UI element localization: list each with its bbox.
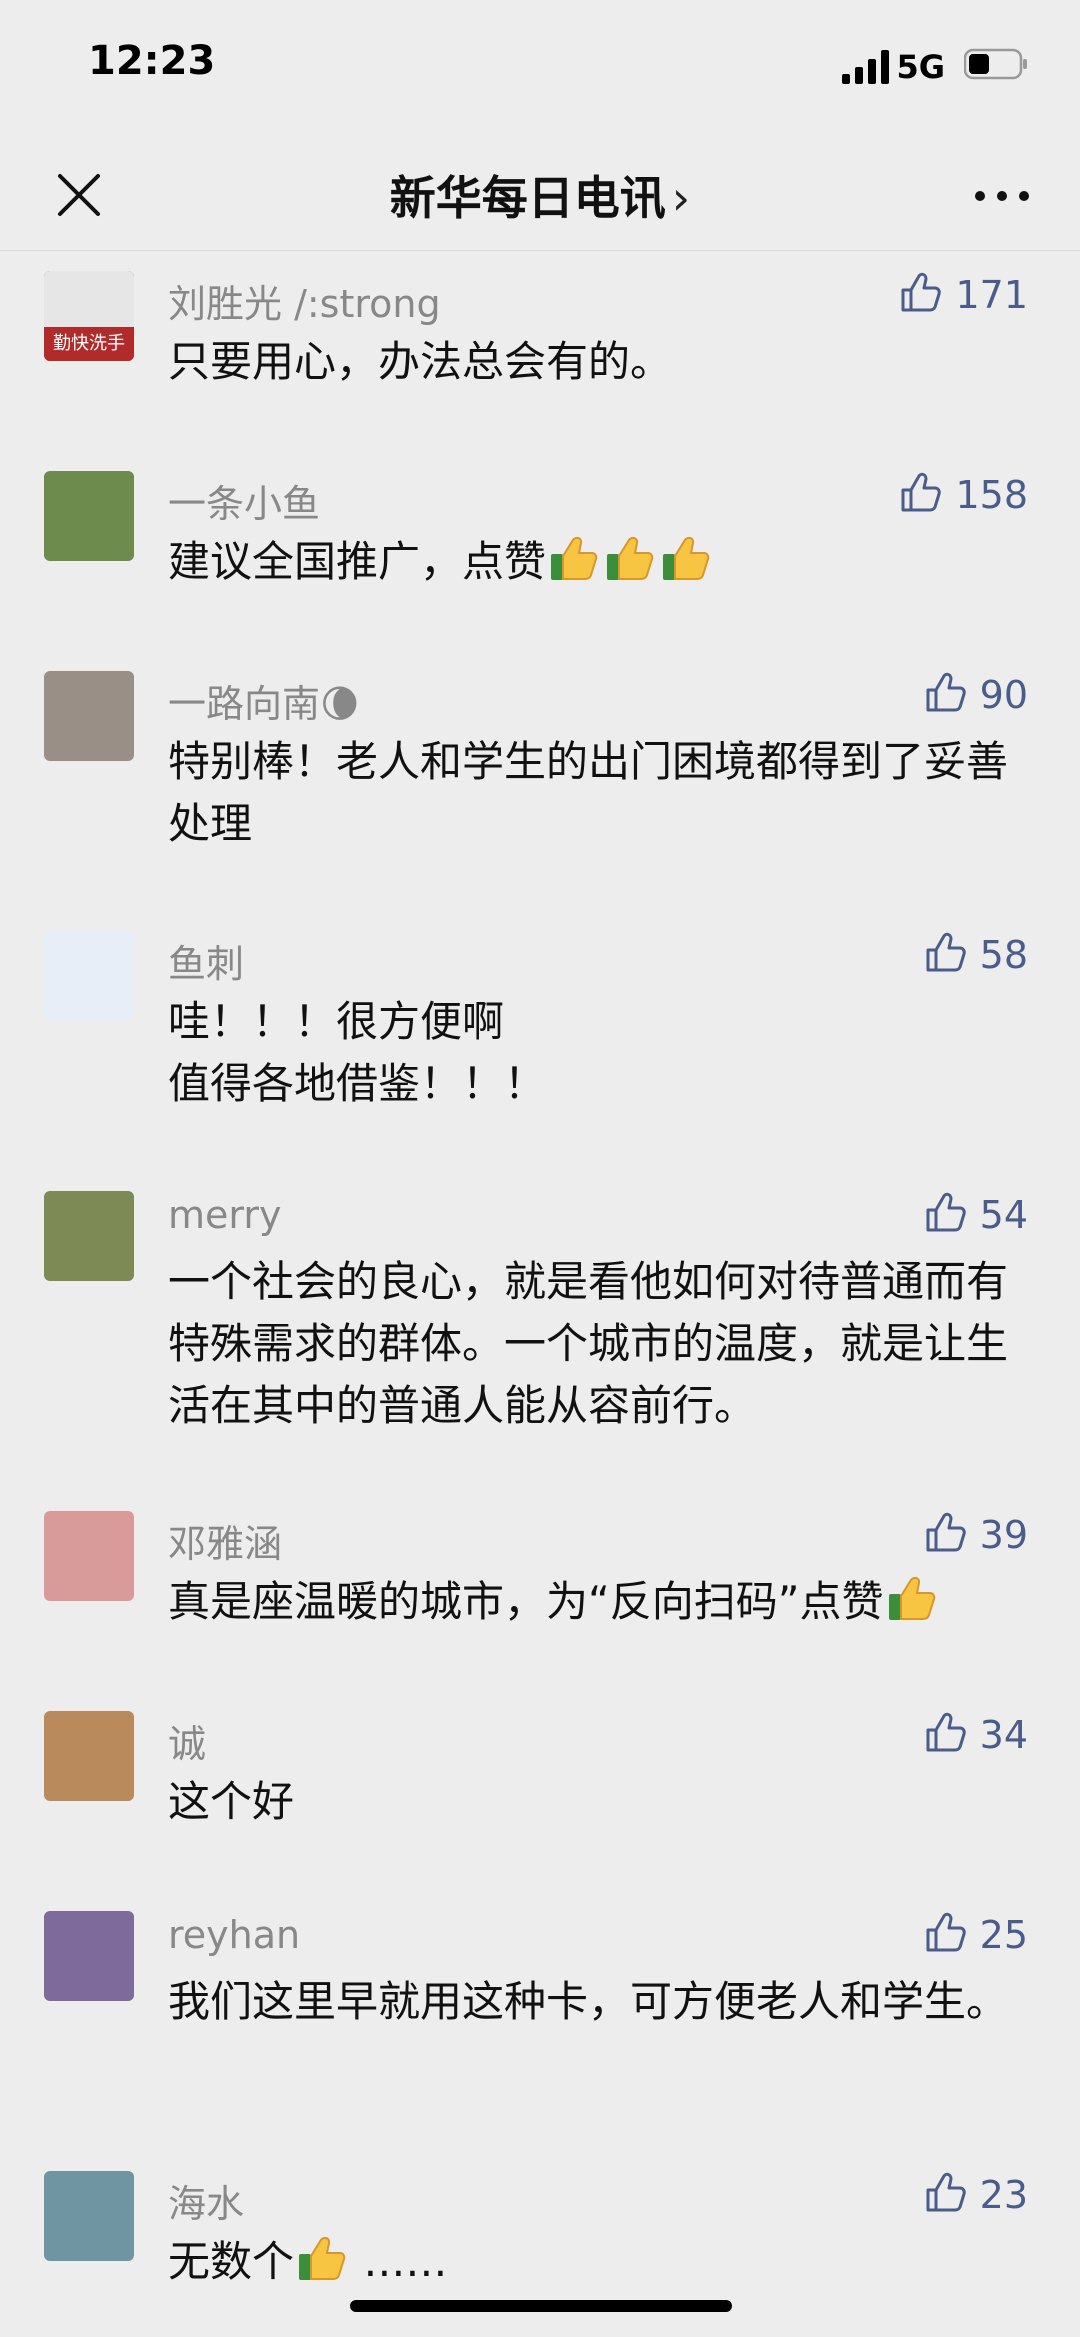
thumbs-up-icon [922,1510,968,1560]
battery-icon [964,48,1027,80]
thumbs-up-emoji-icon [607,536,654,580]
comment-nickname[interactable]: 海水 [168,2173,244,2228]
thumbs-up-emoji-icon [888,1576,935,1620]
like-count: 34 [979,1713,1028,1757]
signal-icon [842,50,889,84]
comment-text: 我们这里早就用这种卡，可方便老人和学生。 [168,1977,1009,2026]
avatar[interactable] [44,471,134,561]
thumbs-up-icon [922,670,968,720]
avatar[interactable] [44,1911,134,2001]
like-count: 54 [979,1193,1028,1237]
thumbs-up-icon [897,270,943,320]
like-button[interactable]: 58 [922,929,1028,981]
avatar[interactable]: 勤快洗手 [44,271,134,361]
thumbs-up-icon [922,930,968,980]
comment-text: 哇！！！很方便啊 值得各地借鉴！！！ [168,997,547,1108]
avatar[interactable] [44,931,134,1021]
like-count: 158 [955,473,1028,517]
like-count: 90 [979,673,1028,717]
comment-text: 一个社会的良心，就是看他如何对待普通而有特殊需求的群体。一个城市的温度，就是让生… [168,1257,1009,1430]
network-type: 5G [896,48,945,86]
like-button[interactable]: 54 [922,1189,1028,1241]
like-button[interactable]: 39 [922,1509,1028,1561]
page-title[interactable]: 新华每日电讯 › [0,162,1080,228]
thumbs-up-emoji-icon [551,536,598,580]
like-count: 23 [979,2173,1028,2217]
thumbs-up-icon [922,1710,968,1760]
like-button[interactable]: 34 [922,1709,1028,1761]
comment-text: 特别棒！老人和学生的出门困境都得到了妥善处理 [168,737,1009,848]
home-indicator[interactable] [350,2300,732,2312]
comment-item[interactable]: 诚 34 这个好 [0,1691,1080,1851]
comment-text: 无数个 …… [168,2231,1028,2293]
comment-nickname[interactable]: 一条小鱼 [168,473,320,528]
comment-item[interactable]: 海水 23 无数个 …… [0,2151,1080,2311]
like-button[interactable]: 158 [897,469,1028,521]
like-count: 25 [979,1913,1028,1957]
avatar[interactable] [44,2171,134,2261]
like-count: 171 [955,273,1028,317]
status-time: 12:23 [88,38,216,84]
comment-text: 只要用心，办法总会有的。 [168,337,673,386]
comment-nickname[interactable]: merry [168,1193,281,1237]
nav-bar: 新华每日电讯 › [0,140,1080,251]
more-dots-icon[interactable] [972,176,1032,216]
avatar[interactable] [44,1191,134,1281]
page-title-text: 新华每日电讯 [389,171,666,225]
like-button[interactable]: 25 [922,1909,1028,1961]
avatar[interactable] [44,1711,134,1801]
comment-item[interactable]: 鱼刺 58 哇！！！很方便啊 值得各地借鉴！！！ [0,911,1080,1111]
comment-nickname[interactable]: 诚 [168,1713,206,1768]
comment-item[interactable]: 邓雅涵 39 真是座温暖的城市，为“反向扫码”点赞 [0,1491,1080,1651]
like-button[interactable]: 90 [922,669,1028,721]
like-button[interactable]: 23 [922,2169,1028,2221]
avatar[interactable] [44,1511,134,1601]
like-count: 58 [979,933,1028,977]
comment-item[interactable]: 一路向南🌘 90 特别棒！老人和学生的出门困境都得到了妥善处理 [0,651,1080,851]
comment-nickname[interactable]: 邓雅涵 [168,1513,282,1568]
thumbs-up-emoji-icon [663,536,710,580]
comment-item[interactable]: merry 54 一个社会的良心，就是看他如何对待普通而有特殊需求的群体。一个城市的… [0,1171,1080,1431]
like-button[interactable]: 171 [897,269,1028,321]
thumbs-up-icon [922,2170,968,2220]
like-count: 39 [979,1513,1028,1557]
comment-text: 真是座温暖的城市，为“反向扫码”点赞 [168,1571,1028,1633]
comment-nickname[interactable]: reyhan [168,1913,300,1957]
comment-item[interactable]: 勤快洗手 刘胜光 /:strong 171 只要用心，办法总会有的。 [0,251,1080,411]
thumbs-up-icon [897,470,943,520]
comment-nickname[interactable]: 刘胜光 /:strong [168,273,441,328]
comment-item[interactable]: 一条小鱼 158 建议全国推广，点赞 [0,451,1080,611]
comment-text: 建议全国推广，点赞 [168,531,1028,593]
comment-item[interactable]: reyhan 25 我们这里早就用这种卡，可方便老人和学生。 [0,1891,1080,2091]
avatar[interactable] [44,671,134,761]
status-bar: 12:23 5G [0,0,1080,140]
thumbs-up-icon [922,1190,968,1240]
chevron-right-icon: › [671,171,691,225]
thumbs-up-emoji-icon [299,2236,346,2280]
comment-text: 这个好 [168,1777,295,1826]
comment-nickname[interactable]: 一路向南🌘 [168,673,360,728]
thumbs-up-icon [922,1910,968,1960]
avatar-label: 勤快洗手 [44,327,134,361]
comment-nickname[interactable]: 鱼刺 [168,933,244,988]
